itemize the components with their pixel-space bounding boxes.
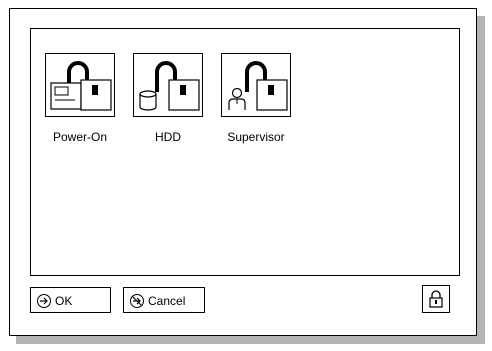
password-dialog: Power-On HDD Supervisor OK Cancel — [9, 8, 477, 336]
hdd-password-button[interactable] — [133, 53, 203, 117]
power-on-password-button[interactable] — [45, 53, 115, 117]
cancel-arrow-circle-icon — [130, 294, 144, 308]
password-options-panel: Power-On HDD Supervisor — [30, 28, 460, 276]
hdd-lock-icon — [139, 61, 200, 111]
supervisor-label: Supervisor — [227, 130, 285, 144]
ok-button[interactable]: OK — [30, 287, 111, 313]
arrow-right-circle-icon — [37, 294, 51, 308]
cancel-label: Cancel — [148, 294, 186, 308]
power-on-lock-icon — [50, 61, 112, 111]
supervisor-password-button[interactable] — [221, 53, 291, 117]
lock-button[interactable] — [422, 285, 450, 313]
ok-label: OK — [55, 294, 73, 308]
supervisor-lock-icon — [228, 61, 288, 111]
padlock-icon — [429, 290, 443, 308]
cancel-button[interactable]: Cancel — [123, 287, 205, 313]
